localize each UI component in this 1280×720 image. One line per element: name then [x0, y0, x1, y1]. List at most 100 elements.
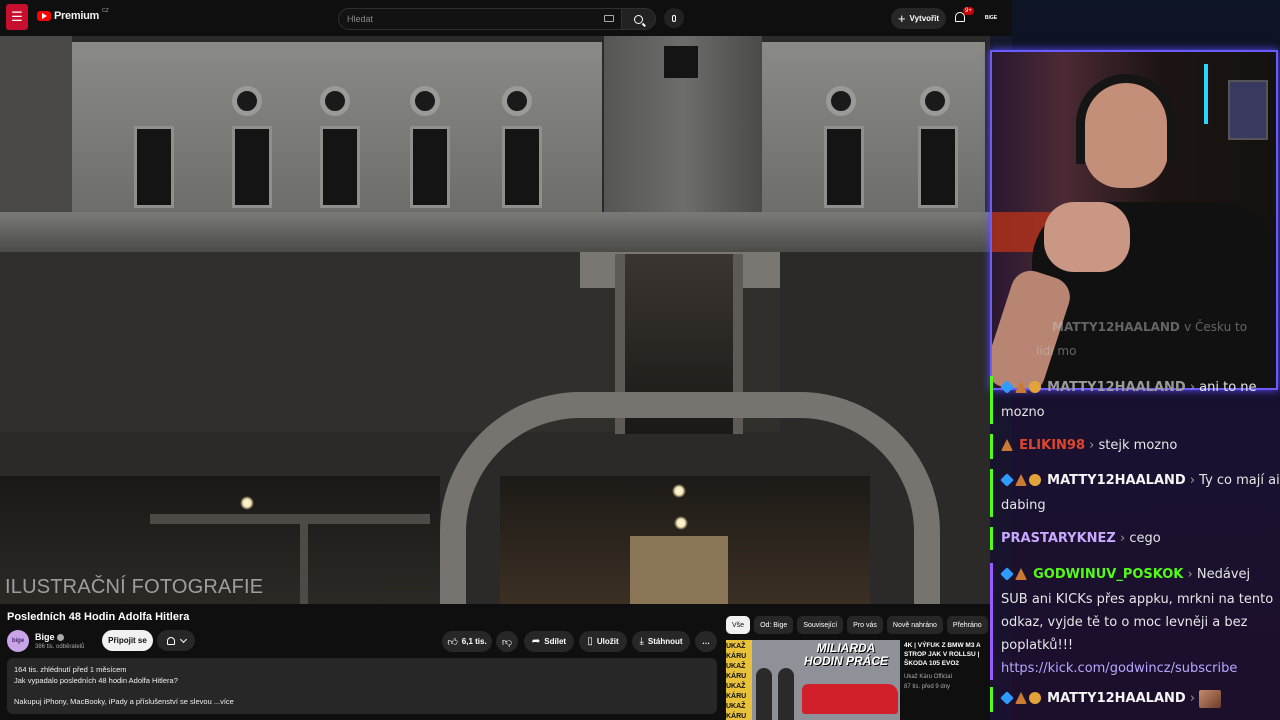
microphone-icon: [672, 14, 676, 22]
scene-window: [232, 126, 272, 208]
webcam-background-light: [1204, 64, 1208, 124]
chat-username[interactable]: PRASTARYKNEZ: [1001, 531, 1116, 546]
related-video-channel[interactable]: Ukaž Káru Official: [904, 674, 952, 680]
chat-badges: [1001, 436, 1015, 459]
video-player[interactable]: ILUSTRAČNÍ FOTOGRAFIE: [0, 36, 990, 604]
account-avatar[interactable]: BIGE: [983, 11, 999, 25]
gold-badge-icon: [1029, 381, 1041, 393]
diamond-badge-icon: [1000, 691, 1014, 705]
show-more-link[interactable]: ...více: [214, 697, 234, 706]
related-video-thumbnail[interactable]: UKAŽ KÁRU UKAŽ KÁRU UKAŽ KÁRU UKAŽ KÁRU …: [726, 640, 900, 720]
logo-text: Premium: [54, 10, 99, 22]
chat-username[interactable]: ELIKIN98: [1019, 438, 1085, 453]
search-input[interactable]: [338, 8, 622, 30]
related-video-title[interactable]: 4K | VÝFUK Z BMW M3 A STROP JAK V ROLLSU…: [904, 641, 990, 668]
thumbnail-car: [802, 684, 898, 714]
diamond-badge-icon: [1000, 473, 1014, 487]
join-button[interactable]: Připojit se: [102, 630, 153, 651]
view-count-date: 164 tis. zhlédnutí před 1 měsícem: [14, 665, 127, 674]
search-button[interactable]: [622, 8, 656, 30]
chat-message: MATTY12HAALAND › Ty co mají ai dabing: [990, 469, 1280, 517]
notification-count: 9+: [963, 7, 974, 15]
like-count: 6,1 tis.: [461, 637, 487, 646]
voice-search-button[interactable]: [664, 8, 684, 28]
scene-porthole: [320, 86, 350, 116]
create-button[interactable]: + Vytvořit: [891, 8, 946, 29]
scene-window: [824, 126, 864, 208]
more-horizontal-icon: …: [702, 637, 710, 646]
plus-icon: +: [897, 11, 906, 26]
subscriber-count: 386 tis. odběratelů: [35, 644, 85, 650]
dislike-button[interactable]: 👎︎: [496, 631, 518, 652]
chat-separator: ›: [1189, 473, 1196, 488]
scene-porthole: [232, 86, 262, 116]
scene-window: [410, 126, 450, 208]
chip-from-channel[interactable]: Od: Bige: [754, 616, 794, 634]
chat-badges: [1000, 565, 1029, 588]
related-filter-chips: Vše Od: Bige Související Pro vás Nově na…: [726, 616, 990, 634]
share-label: Sdílet: [544, 637, 567, 646]
chat-separator: ›: [1187, 567, 1193, 582]
chip-all[interactable]: Vše: [726, 616, 751, 634]
youtube-play-icon: [37, 11, 51, 21]
thumbnail-badge: UKAŽ KÁRU UKAŽ KÁRU UKAŽ KÁRU UKAŽ KÁRU: [726, 640, 752, 720]
scene-porthole: [410, 86, 440, 116]
chip-watched[interactable]: Přehráno: [946, 616, 988, 634]
chip-related[interactable]: Související: [797, 616, 844, 634]
verified-icon: [56, 634, 64, 642]
faded-chat-message: lidi mo: [1036, 344, 1077, 358]
chat-separator: ›: [1189, 691, 1196, 706]
headphones-icon: [1076, 74, 1176, 164]
streamer-hands: [1044, 202, 1130, 272]
chat-link[interactable]: https://kick.com/godwincz/subscribe: [1001, 661, 1237, 676]
channel-name[interactable]: Bige: [35, 632, 64, 642]
chat-badges: [1000, 689, 1043, 712]
channel-name-text: Bige: [35, 632, 55, 642]
thumbs-down-icon: 👎︎: [501, 636, 513, 648]
share-button[interactable]: ➦ Sdílet: [524, 631, 574, 652]
chip-for-you[interactable]: Pro vás: [847, 616, 883, 634]
save-label: Uložit: [596, 637, 619, 646]
download-button[interactable]: ⤓ Stáhnout: [632, 631, 690, 652]
stream-chat: MATTY12HAALAND › ani to ne mozno ELIKIN9…: [990, 376, 1280, 720]
chat-username[interactable]: MATTY12HAALAND: [1047, 691, 1186, 706]
keyboard-icon[interactable]: [604, 15, 614, 22]
crown-badge-icon: [1015, 692, 1027, 704]
gold-badge-icon: [1029, 474, 1041, 486]
description-text: Nakupuj iPhony, MacBooky, iPady a příslu…: [14, 697, 212, 706]
bookmark-icon: ▯: [587, 636, 593, 647]
search-icon: [634, 14, 643, 24]
crown-badge-icon: [1001, 439, 1013, 451]
chat-message: PRASTARYKNEZ › cego: [990, 527, 1280, 550]
crown-badge-icon: [1015, 381, 1027, 393]
scene-lamp: [674, 516, 688, 530]
save-button[interactable]: ▯ Uložit: [579, 631, 627, 652]
related-video-meta: 87 tis. před 9 dny: [904, 684, 951, 690]
chat-username[interactable]: MATTY12HAALAND: [1047, 473, 1186, 488]
thumbnail-person: [778, 668, 794, 720]
download-icon: ⤓: [639, 636, 644, 647]
thumbs-up-icon: 👍︎: [447, 636, 458, 648]
bell-icon: [166, 636, 175, 645]
description-line: Jak vypadalo posledních 48 hodin Adolfa …: [14, 676, 178, 685]
scene-window: [134, 126, 174, 208]
more-actions-button[interactable]: …: [695, 631, 717, 652]
scene-lamp: [672, 484, 686, 498]
notifications-button[interactable]: 9+: [955, 7, 974, 26]
menu-icon[interactable]: ☰: [6, 4, 28, 30]
gold-badge-icon: [1029, 692, 1041, 704]
chat-message: GODWINUV_POSKOK › Nedávej SUB ani KICKs …: [990, 563, 1280, 680]
chat-text: cego: [1129, 531, 1161, 546]
scene-porthole: [920, 86, 950, 116]
channel-avatar[interactable]: bige: [7, 630, 29, 652]
description-box[interactable]: 164 tis. zhlédnutí před 1 měsícem Jak vy…: [7, 658, 717, 714]
chip-recently-uploaded[interactable]: Nově nahráno: [886, 616, 943, 634]
youtube-logo[interactable]: Premium CZ: [37, 8, 109, 22]
like-button[interactable]: 👍︎ 6,1 tis.: [442, 631, 492, 652]
subscription-bell-button[interactable]: [157, 630, 195, 651]
chat-message: MATTY12HAALAND ›: [990, 687, 1280, 712]
chat-username[interactable]: GODWINUV_POSKOK: [1033, 567, 1183, 582]
scene-arch: [440, 392, 940, 604]
chat-username[interactable]: MATTY12HAALAND: [1047, 380, 1186, 395]
scene-porthole: [826, 86, 856, 116]
